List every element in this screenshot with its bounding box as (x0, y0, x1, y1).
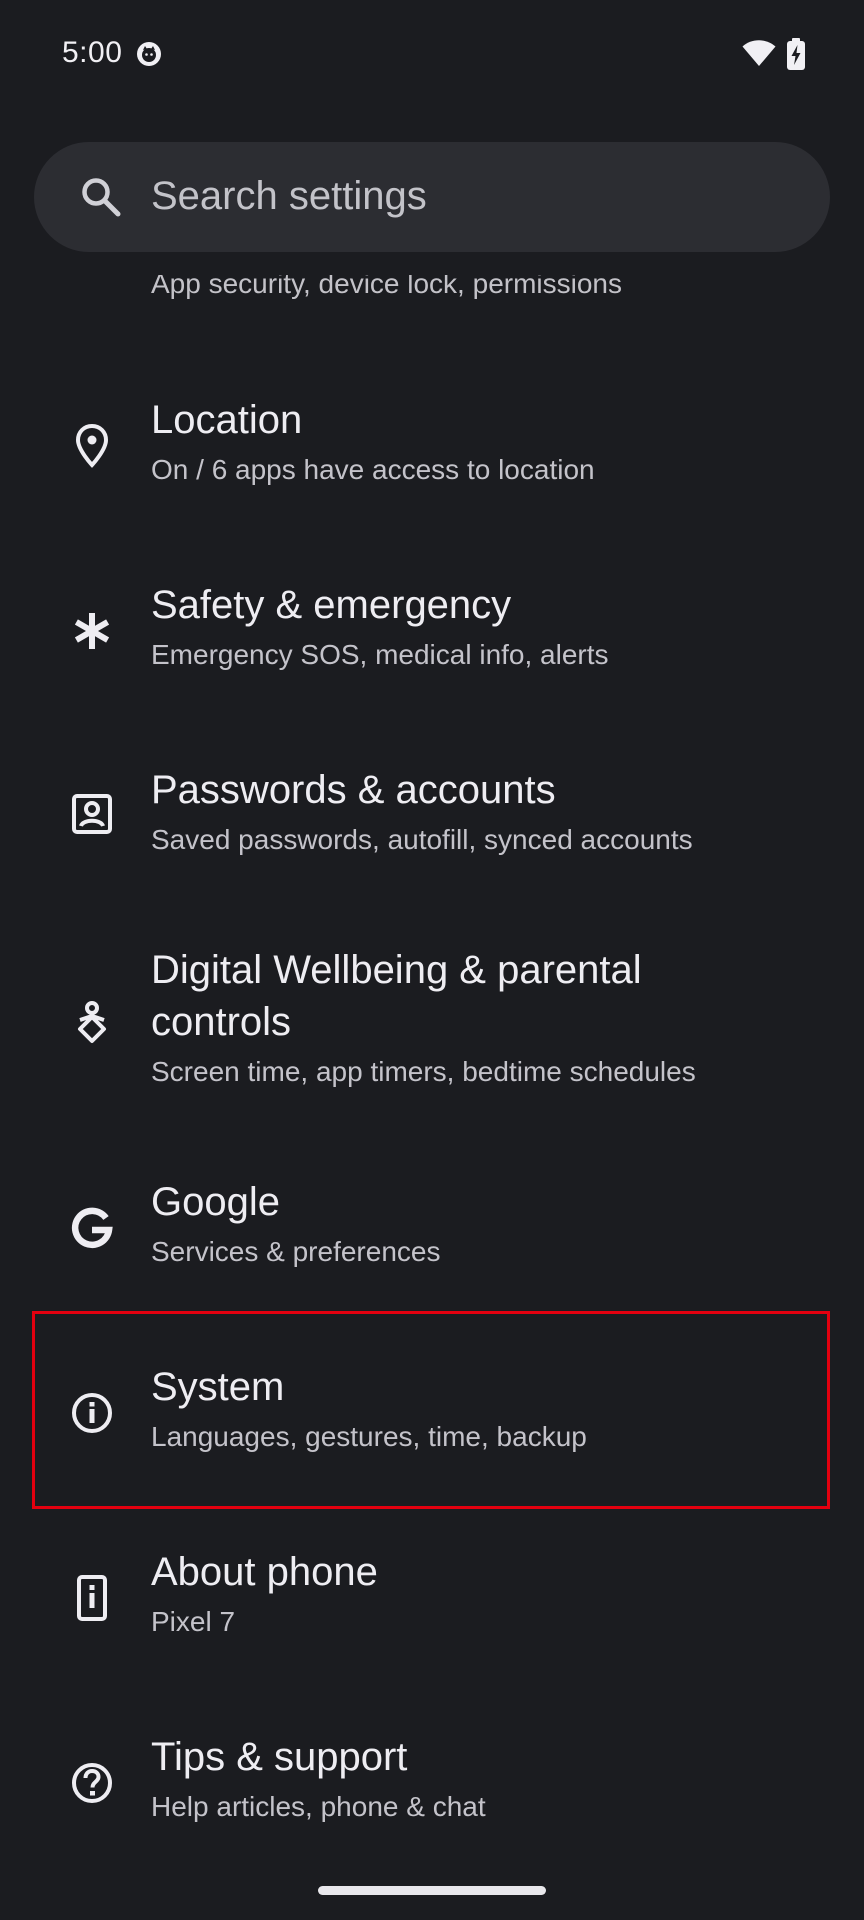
account-box-icon (72, 794, 112, 834)
notification-cat-icon (137, 42, 161, 66)
settings-item-about-phone[interactable]: About phone Pixel 7 (0, 1532, 864, 1682)
search-input[interactable]: Search settings (151, 174, 427, 219)
wifi-icon (742, 40, 776, 66)
home-indicator[interactable] (318, 1886, 546, 1895)
safety-subtitle: Emergency SOS, medical info, alerts (151, 639, 609, 670)
safety-title: Safety & emergency (151, 583, 512, 627)
wellbeing-icon (78, 1001, 106, 1043)
status-bar: 5:00 (0, 0, 864, 110)
search-icon (82, 178, 121, 217)
wellbeing-title-line2: controls (151, 1000, 292, 1044)
wellbeing-title-line1: Digital Wellbeing & parental (151, 948, 642, 992)
google-g-icon (71, 1207, 113, 1249)
settings-item-location[interactable]: Location On / 6 apps have access to loca… (0, 380, 864, 530)
settings-item-tips-support[interactable]: Tips & support Help articles, phone & ch… (0, 1717, 864, 1867)
battery-charging-icon (787, 38, 805, 70)
google-subtitle: Services & preferences (151, 1236, 441, 1267)
about-phone-subtitle: Pixel 7 (151, 1606, 236, 1637)
security-subtitle: App security, device lock, permissions (151, 268, 622, 299)
passwords-title: Passwords & accounts (151, 768, 556, 812)
location-subtitle: On / 6 apps have access to location (151, 454, 595, 485)
settings-item-google[interactable]: Google Services & preferences (0, 1162, 864, 1312)
about-phone-title: About phone (151, 1550, 378, 1594)
tips-subtitle: Help articles, phone & chat (151, 1791, 486, 1822)
highlight-box (32, 1311, 830, 1509)
settings-item-safety-emergency[interactable]: Safety & emergency Emergency SOS, medica… (0, 565, 864, 715)
phone-info-icon (77, 1575, 107, 1621)
location-title: Location (151, 398, 303, 442)
help-circle-icon (72, 1763, 112, 1803)
status-time: 5:00 (62, 36, 123, 69)
settings-screen: 5:00 Search settings App security, devic… (0, 0, 864, 1920)
tips-title: Tips & support (151, 1735, 408, 1779)
google-title: Google (151, 1180, 280, 1224)
wellbeing-subtitle: Screen time, app timers, bedtime schedul… (151, 1056, 696, 1087)
passwords-subtitle: Saved passwords, autofill, synced accoun… (151, 824, 693, 855)
asterisk-icon (74, 613, 110, 649)
settings-item-digital-wellbeing[interactable]: Digital Wellbeing & parental controls Sc… (0, 930, 864, 1130)
location-pin-icon (75, 423, 109, 468)
settings-item-passwords-accounts[interactable]: Passwords & accounts Saved passwords, au… (0, 750, 864, 900)
